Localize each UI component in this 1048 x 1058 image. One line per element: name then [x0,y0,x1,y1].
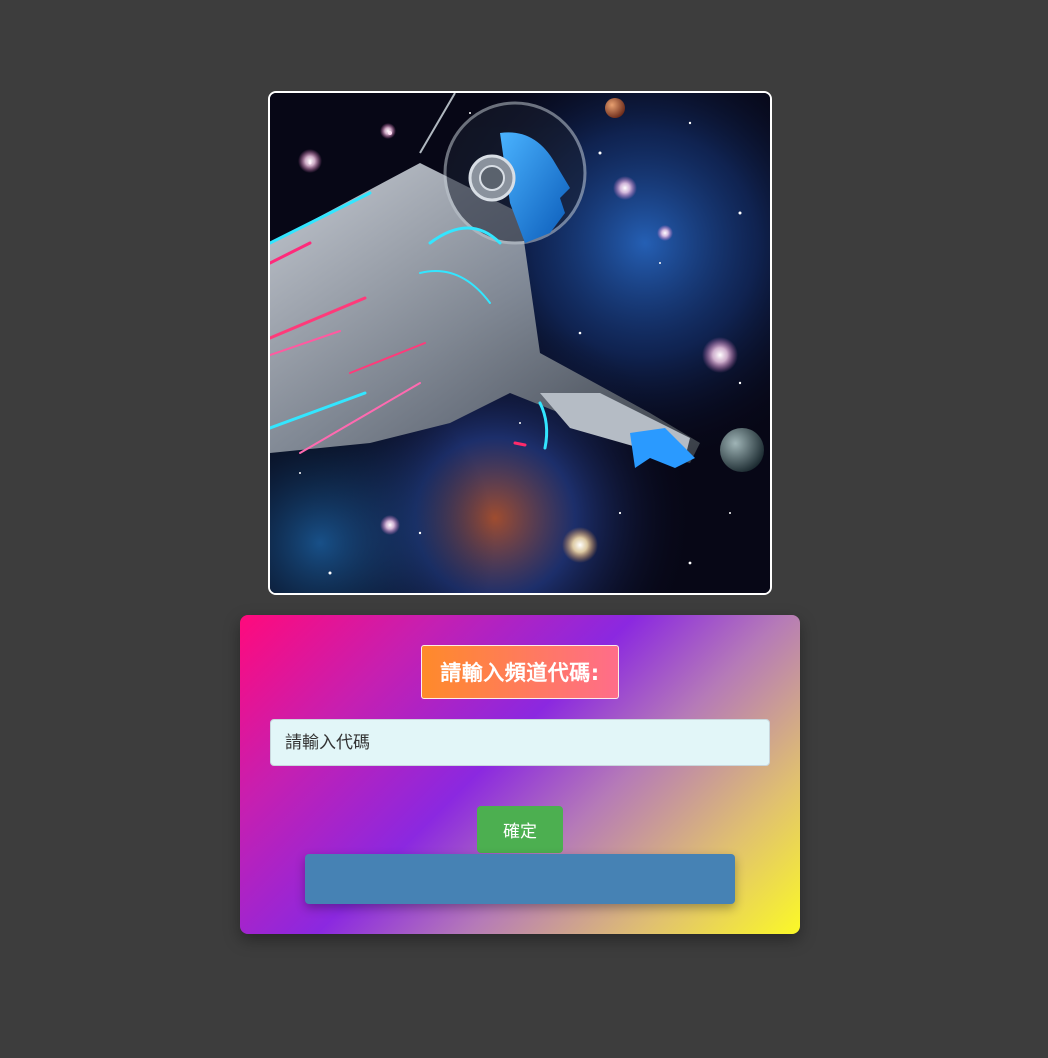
page: 請輸入頻道代碼: 確定 [0,0,1048,1058]
channel-code-form: 請輸入頻道代碼: 確定 [240,615,800,934]
form-title: 請輸入頻道代碼: [440,661,600,685]
form-title-box: 請輸入頻道代碼: [421,645,619,699]
astronaut-space-image-icon [270,93,770,593]
confirm-button[interactable]: 確定 [477,806,563,853]
result-bar [305,854,735,904]
hero-image [268,91,772,595]
channel-code-input[interactable] [270,719,770,766]
